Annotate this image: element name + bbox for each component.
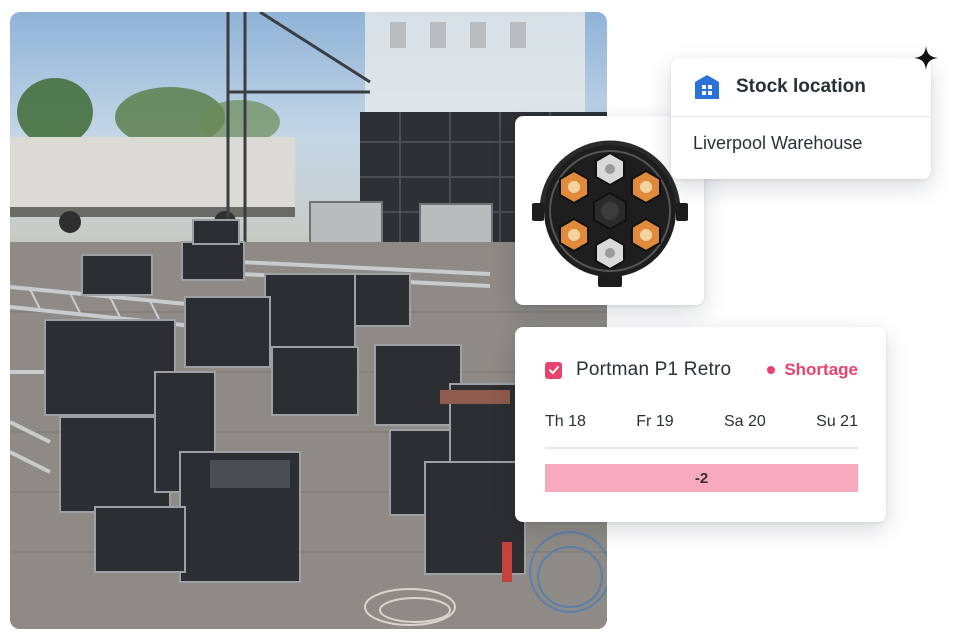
product-name: Portman P1 Retro bbox=[576, 359, 732, 380]
availability-header: Portman P1 Retro Shortage bbox=[545, 355, 858, 385]
sparkle-icon bbox=[914, 46, 938, 70]
hero-illustration: Stock location Liverpool Warehouse Portm… bbox=[0, 0, 961, 640]
divider bbox=[545, 447, 858, 449]
day-label: Sa 20 bbox=[723, 413, 766, 430]
checkmark-icon bbox=[548, 366, 559, 374]
shortage-value: -2 bbox=[694, 469, 709, 487]
shortage-bar[interactable]: -2 bbox=[545, 464, 858, 492]
background-photo bbox=[10, 12, 607, 629]
stock-location-value[interactable]: Liverpool Warehouse bbox=[671, 117, 931, 154]
day-label: Su 21 bbox=[816, 413, 858, 430]
status-badge: Shortage bbox=[767, 360, 858, 380]
day-headers: Th 18 Fr 19 Sa 20 Su 21 bbox=[545, 413, 858, 431]
availability-card: Portman P1 Retro Shortage Th 18 Fr 19 Sa… bbox=[515, 327, 886, 522]
warehouse-icon bbox=[693, 73, 721, 101]
status-label: Shortage bbox=[784, 360, 858, 379]
product-checkbox[interactable] bbox=[545, 361, 562, 379]
stage-light-fixture-image bbox=[531, 140, 688, 287]
status-dot-icon bbox=[767, 366, 776, 374]
stock-location-title: Stock location bbox=[736, 76, 866, 97]
stock-location-card[interactable]: Stock location Liverpool Warehouse bbox=[671, 58, 931, 179]
stock-location-header: Stock location bbox=[671, 58, 931, 117]
day-label: Th 18 bbox=[545, 413, 586, 430]
day-label: Fr 19 bbox=[636, 413, 674, 430]
